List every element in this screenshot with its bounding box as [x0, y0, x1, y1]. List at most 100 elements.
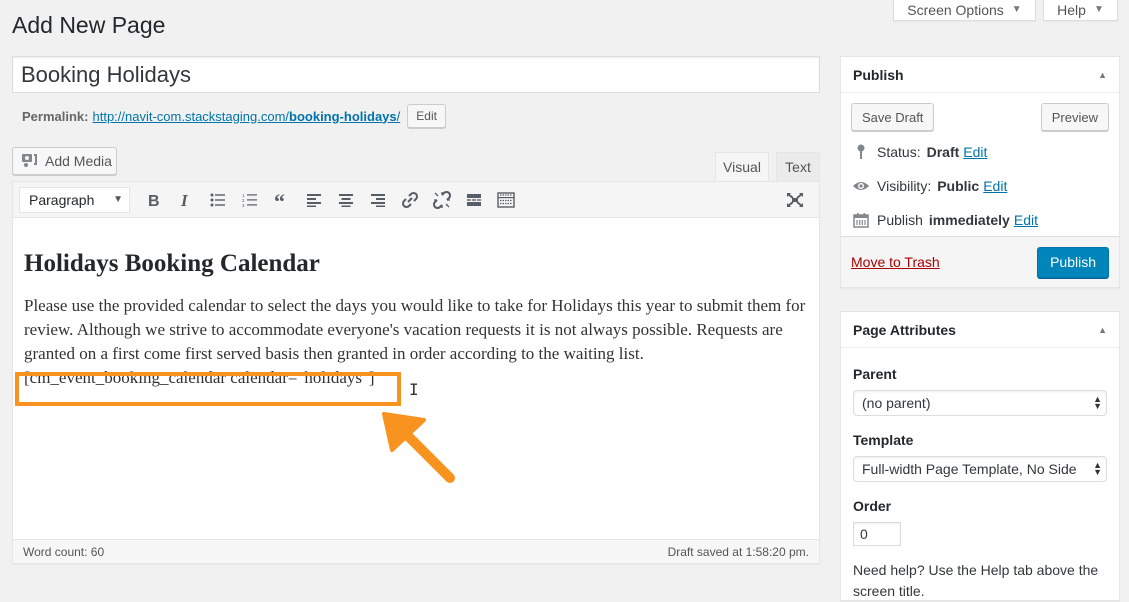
- toolbar-toggle-button[interactable]: [490, 186, 522, 214]
- read-more-icon: [467, 193, 481, 206]
- visibility-label: Visibility:: [877, 178, 932, 194]
- remove-link-icon: [433, 190, 451, 209]
- order-input[interactable]: [853, 522, 901, 546]
- help-tab[interactable]: Help ▼: [1043, 0, 1118, 21]
- visibility-value: Public: [937, 178, 980, 194]
- edit-publish-date-link[interactable]: Edit: [1014, 212, 1038, 228]
- align-right-icon: [371, 193, 385, 207]
- publish-box-title: Publish: [853, 66, 904, 83]
- shortcode-text: [cm_event_booking_calendar calendar="hol…: [24, 368, 375, 387]
- status-row: Status: Draft Edit: [841, 135, 1119, 169]
- screen-options-tab[interactable]: Screen Options ▼: [893, 0, 1036, 21]
- publish-label: Publish: [877, 212, 923, 228]
- edit-status-link[interactable]: Edit: [963, 144, 987, 160]
- save-draft-button[interactable]: Save Draft: [851, 103, 935, 131]
- edit-permalink-button[interactable]: Edit: [407, 104, 446, 128]
- caret-down-icon: ▼: [1011, 4, 1022, 15]
- content-paragraph: Please use the provided calendar to sele…: [24, 294, 808, 390]
- annotation-arrow-icon: [382, 412, 455, 483]
- template-select[interactable]: Full-width Page Template, No Side ▲ ▼: [853, 456, 1107, 482]
- editor-content[interactable]: Holidays Booking Calendar Please use the…: [13, 218, 819, 390]
- insert-link-icon: [401, 191, 419, 208]
- publish-value: immediately: [928, 212, 1010, 228]
- page-attributes-title: Page Attributes: [853, 321, 956, 338]
- permalink-label: Permalink:: [22, 108, 89, 124]
- parent-select-value: (no parent): [862, 395, 931, 411]
- collapse-arrow-icon[interactable]: ▲: [1098, 70, 1107, 80]
- status-label: Status:: [877, 144, 921, 160]
- publish-box: Publish ▲ Save Draft Preview Status: Dra…: [840, 56, 1120, 288]
- major-publishing-actions: Move to Trash Publish: [841, 236, 1119, 287]
- publish-box-header[interactable]: Publish ▲: [841, 57, 1119, 93]
- collapse-arrow-icon[interactable]: ▲: [1098, 325, 1107, 335]
- publish-date-row: Publish immediately Edit: [841, 203, 1119, 237]
- remove-link-button[interactable]: [426, 186, 458, 214]
- preview-button[interactable]: Preview: [1040, 103, 1109, 131]
- template-select-value: Full-width Page Template, No Side: [862, 461, 1077, 477]
- bold-button[interactable]: B: [138, 186, 170, 214]
- italic-icon: I: [180, 192, 189, 208]
- numbered-list-button[interactable]: 123: [234, 186, 266, 214]
- align-center-button[interactable]: [330, 186, 362, 214]
- select-arrows-icon: ▲ ▼: [1093, 394, 1102, 411]
- parent-label: Parent: [853, 366, 897, 382]
- svg-text:“: “: [274, 193, 285, 207]
- text-cursor-icon: I: [409, 380, 419, 399]
- publish-button[interactable]: Publish: [1037, 246, 1109, 278]
- caret-down-icon: ▼: [113, 194, 123, 205]
- permalink-link[interactable]: http://navit-com.stackstaging.com/bookin…: [92, 109, 400, 124]
- page-attributes-header[interactable]: Page Attributes ▲: [841, 312, 1119, 348]
- page-attributes-box: Page Attributes ▲ Parent (no parent) ▲ ▼ …: [840, 311, 1120, 601]
- svg-text:3: 3: [242, 203, 245, 207]
- template-label: Template: [853, 432, 914, 448]
- add-media-button[interactable]: Add Media: [12, 147, 117, 175]
- svg-text:B: B: [148, 193, 160, 208]
- permalink-trailing: /: [396, 108, 401, 124]
- blockquote-button[interactable]: “: [266, 186, 298, 214]
- visibility-row: Visibility: Public Edit: [841, 169, 1119, 203]
- draft-saved-status: Draft saved at 1:58:20 pm.: [667, 544, 809, 559]
- editor-toolbar: Paragraph ▼ B I 123 “: [13, 182, 819, 218]
- caret-down-icon: ▼: [1093, 4, 1104, 15]
- tab-visual[interactable]: Visual: [715, 152, 769, 182]
- page-attributes-help-text: Need help? Use the Help tab above the sc…: [853, 562, 1099, 599]
- align-left-button[interactable]: [298, 186, 330, 214]
- select-arrows-icon: ▲ ▼: [1093, 460, 1102, 477]
- pin-icon: [851, 144, 871, 160]
- align-center-icon: [339, 193, 353, 207]
- calendar-icon: [851, 212, 871, 228]
- align-right-button[interactable]: [362, 186, 394, 214]
- edit-visibility-link[interactable]: Edit: [983, 178, 1007, 194]
- bulleted-list-button[interactable]: [202, 186, 234, 214]
- eye-icon: [851, 180, 871, 192]
- format-select-value: Paragraph: [29, 191, 95, 208]
- bold-icon: B: [148, 193, 160, 208]
- editor-status-bar: Word count: 60 Draft saved at 1:58:20 pm…: [13, 539, 819, 563]
- word-count: Word count: 60: [23, 544, 105, 559]
- insert-link-button[interactable]: [394, 186, 426, 214]
- format-select[interactable]: Paragraph ▼: [19, 186, 130, 213]
- screen-options-label: Screen Options: [907, 2, 1004, 18]
- help-label: Help: [1057, 2, 1086, 18]
- fullscreen-icon: [787, 193, 803, 207]
- post-title-input[interactable]: [12, 56, 820, 93]
- fullscreen-button[interactable]: [779, 186, 811, 214]
- tab-text[interactable]: Text: [776, 152, 820, 182]
- permalink-row: Permalink: http://navit-com.stackstaging…: [22, 104, 446, 128]
- toolbar-toggle-icon: [497, 191, 515, 208]
- content-editor: Paragraph ▼ B I 123 “ Holidays Booking C…: [12, 181, 820, 564]
- content-paragraph-text: Please use the provided calendar to sele…: [24, 296, 806, 363]
- page-title: Add New Page: [12, 12, 166, 38]
- add-media-label: Add Media: [45, 153, 112, 169]
- read-more-button[interactable]: [458, 186, 490, 214]
- add-media-icon: [21, 152, 39, 171]
- italic-button[interactable]: I: [170, 186, 202, 214]
- numbered-list-icon: 123: [242, 193, 257, 207]
- permalink-base: http://navit-com.stackstaging.com/: [92, 108, 290, 124]
- move-to-trash-link[interactable]: Move to Trash: [851, 254, 940, 270]
- bulleted-list-icon: [210, 193, 225, 206]
- svg-text:I: I: [180, 192, 189, 208]
- status-value: Draft: [926, 144, 960, 160]
- content-heading: Holidays Booking Calendar: [24, 250, 320, 277]
- parent-select[interactable]: (no parent) ▲ ▼: [853, 390, 1107, 416]
